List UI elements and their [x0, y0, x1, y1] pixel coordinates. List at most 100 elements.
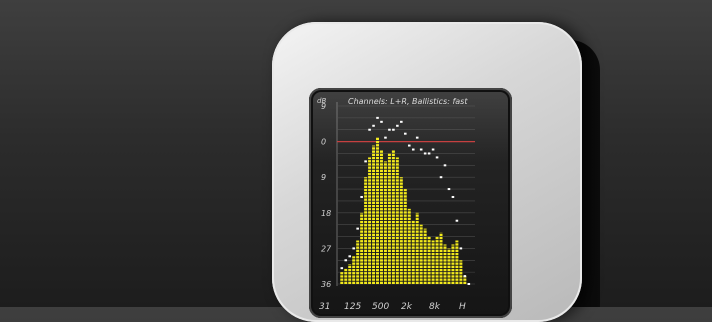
bar-segment: [388, 192, 391, 194]
bar-segment: [380, 205, 383, 207]
spectrum-bar: [463, 276, 466, 284]
bar-segment: [416, 231, 419, 233]
bar-segment: [380, 282, 383, 284]
bar-segment: [412, 231, 415, 233]
bar-segment: [408, 282, 411, 284]
bar-segment: [388, 183, 391, 185]
bar-segment: [384, 272, 387, 274]
bar-segment: [404, 269, 407, 271]
bar-segment: [372, 231, 375, 233]
peak-marker: [404, 133, 407, 135]
bar-segment: [380, 192, 383, 194]
bar-segment: [360, 269, 363, 271]
bar-segment: [388, 275, 391, 277]
spectrum-bar: [392, 151, 395, 285]
bar-segment: [436, 263, 439, 265]
bar-segment: [372, 202, 375, 204]
bar-segment: [447, 272, 450, 274]
bar-segment: [400, 266, 403, 268]
bar-segment: [420, 237, 423, 239]
bar-segment: [396, 263, 399, 265]
bar-segment: [372, 195, 375, 197]
bar-segment: [348, 282, 351, 284]
bar-segment: [451, 247, 454, 249]
bar-segment: [356, 279, 359, 281]
bar-segment: [376, 231, 379, 233]
bar-segment: [360, 215, 363, 217]
bar-segment: [344, 272, 347, 274]
bar-segment: [364, 215, 367, 217]
spectrum-bar: [388, 154, 391, 284]
bar-segment: [408, 215, 411, 217]
bar-segment: [408, 250, 411, 252]
bar-segment: [388, 237, 391, 239]
bar-segment: [424, 253, 427, 255]
bar-segment: [384, 208, 387, 210]
bar-segment: [400, 234, 403, 236]
bar-segment: [416, 256, 419, 258]
bar-segment: [376, 275, 379, 277]
bar-segment: [400, 179, 403, 181]
bar-segment: [404, 263, 407, 265]
x-tick-label: 31: [319, 302, 330, 312]
bar-segment: [376, 234, 379, 236]
bar-segment: [451, 279, 454, 281]
bar-segment: [432, 240, 435, 242]
bar-segment: [388, 179, 391, 181]
bar-segment: [396, 205, 399, 207]
bar-segment: [428, 272, 431, 274]
bar-segment: [372, 199, 375, 201]
bar-segment: [420, 234, 423, 236]
bar-segment: [404, 189, 407, 191]
bar-segment: [392, 218, 395, 220]
bar-segment: [384, 231, 387, 233]
bar-segment: [368, 240, 371, 242]
bar-segment: [392, 205, 395, 207]
bar-segment: [412, 279, 415, 281]
bar-segment: [356, 269, 359, 271]
bar-segment: [376, 250, 379, 252]
bar-segment: [384, 161, 387, 162]
bar-segment: [392, 263, 395, 265]
bar-segment: [384, 195, 387, 197]
peak-marker: [464, 275, 467, 277]
bar-segment: [368, 202, 371, 204]
bar-segment: [416, 243, 419, 245]
bar-segment: [432, 259, 435, 261]
bar-segment: [368, 176, 371, 178]
bar-segment: [360, 247, 363, 249]
bar-segment: [436, 256, 439, 258]
bar-segment: [372, 227, 375, 229]
bar-segment: [384, 192, 387, 194]
bar-segment: [408, 234, 411, 236]
bar-segment: [376, 147, 379, 149]
bar-segment: [428, 259, 431, 261]
bar-segment: [388, 263, 391, 265]
bar-segment: [376, 247, 379, 249]
bar-segment: [416, 269, 419, 271]
x-tick-label: 2k: [401, 302, 413, 312]
bar-segment: [360, 213, 363, 214]
bar-segment: [360, 250, 363, 252]
bar-segment: [388, 157, 391, 159]
bar-segment: [432, 256, 435, 258]
bar-segment: [376, 199, 379, 201]
bar-segment: [408, 256, 411, 258]
bar-segment: [440, 282, 443, 284]
bar-segment: [376, 272, 379, 274]
spectrum-bar: [440, 233, 443, 284]
bar-segment: [451, 250, 454, 252]
bar-segment: [352, 279, 355, 281]
bar-segment: [380, 186, 383, 188]
bar-segment: [380, 157, 383, 159]
bar-segment: [388, 167, 391, 169]
bar-segment: [428, 250, 431, 252]
bar-segment: [364, 199, 367, 201]
bar-segment: [451, 259, 454, 261]
bar-segment: [444, 282, 447, 284]
bar-segment: [396, 275, 399, 277]
bar-segment: [436, 272, 439, 274]
bar-segment: [451, 263, 454, 265]
bar-segment: [372, 243, 375, 245]
bar-segment: [408, 266, 411, 268]
